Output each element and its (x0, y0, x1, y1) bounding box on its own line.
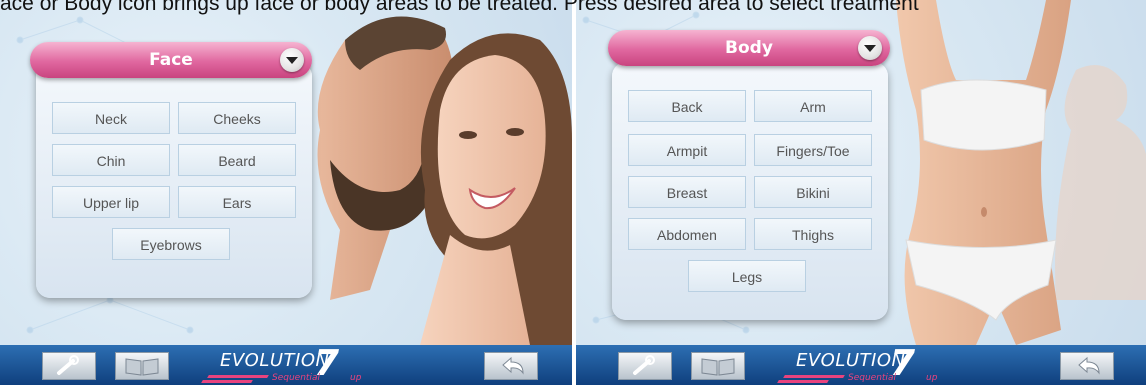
body-category-header[interactable]: Body (608, 30, 890, 66)
face-category-header[interactable]: Face (30, 42, 312, 78)
area-button-cheeks[interactable]: Cheeks (178, 102, 296, 134)
logo-subtitle-2: up (926, 373, 938, 383)
manual-button[interactable] (691, 352, 745, 380)
area-button-chin[interactable]: Chin (52, 144, 170, 176)
book-icon (125, 358, 159, 376)
evolution-logo: EVOLUTION 7 Sequential up (200, 343, 375, 385)
body-models-photo (896, 0, 1146, 345)
settings-button[interactable] (618, 352, 672, 380)
area-button-ears[interactable]: Ears (178, 186, 296, 218)
bottom-bar: EVOLUTION 7 Sequential up (576, 343, 1146, 385)
bottom-bar: EVOLUTION 7 Sequential up (0, 343, 572, 385)
area-button-upper-lip[interactable]: Upper lip (52, 186, 170, 218)
area-button-breast[interactable]: Breast (628, 176, 746, 208)
evolution-logo: EVOLUTION 7 Sequential up (776, 343, 951, 385)
logo-subtitle-2: up (350, 373, 362, 383)
area-button-eyebrows[interactable]: Eyebrows (112, 228, 230, 260)
settings-button[interactable] (42, 352, 96, 380)
face-areas-panel: Neck Cheeks Chin Beard Upper lip Ears Ey… (36, 62, 312, 298)
logo-subtitle: Sequential (848, 373, 896, 383)
back-arrow-icon (1078, 356, 1100, 375)
area-button-thighs[interactable]: Thighs (754, 218, 872, 250)
chevron-down-icon[interactable] (280, 48, 304, 72)
area-button-bikini[interactable]: Bikini (754, 176, 872, 208)
chevron-down-icon[interactable] (858, 36, 882, 60)
header-label: Body (725, 38, 773, 58)
body-areas-panel: Back Arm Armpit Fingers/Toe Breast Bikin… (612, 62, 888, 320)
header-label: Face (149, 50, 193, 70)
area-button-fingers-toe[interactable]: Fingers/Toe (754, 134, 872, 166)
face-models-photo (317, 16, 572, 345)
instruction-caption: ace or Body icon brings up face or body … (0, 0, 919, 15)
manual-button[interactable] (115, 352, 169, 380)
wrench-icon (633, 355, 655, 375)
back-button[interactable] (1060, 352, 1114, 380)
area-button-back[interactable]: Back (628, 90, 746, 122)
book-icon (701, 358, 735, 376)
area-button-arm[interactable]: Arm (754, 90, 872, 122)
back-arrow-icon (502, 356, 524, 375)
wrench-icon (57, 355, 79, 375)
back-button[interactable] (484, 352, 538, 380)
area-button-beard[interactable]: Beard (178, 144, 296, 176)
body-screen: Back Arm Armpit Fingers/Toe Breast Bikin… (576, 0, 1146, 385)
logo-subtitle: Sequential (272, 373, 320, 383)
area-button-abdomen[interactable]: Abdomen (628, 218, 746, 250)
face-screen: Neck Cheeks Chin Beard Upper lip Ears Ey… (0, 0, 572, 385)
area-button-armpit[interactable]: Armpit (628, 134, 746, 166)
area-button-neck[interactable]: Neck (52, 102, 170, 134)
area-button-legs[interactable]: Legs (688, 260, 806, 292)
